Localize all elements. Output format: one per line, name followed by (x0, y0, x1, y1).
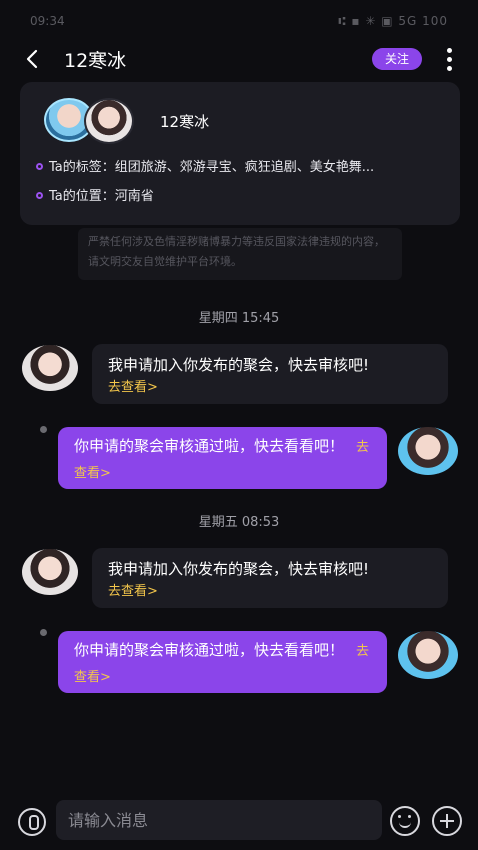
message-timestamp: 星期四 15:45 (198, 311, 280, 326)
more-dot-icon (446, 48, 452, 53)
outgoing-message-text: 你申请的聚会审核通过啦，快去看看吧！ (74, 437, 345, 455)
my-avatar[interactable] (398, 427, 458, 475)
read-status-dot (40, 629, 47, 636)
message-input[interactable] (56, 800, 382, 840)
location-label: Ta的位置： (49, 189, 115, 204)
bullet-icon (36, 163, 43, 170)
sender-avatar[interactable] (22, 345, 78, 391)
read-status-dot (40, 426, 47, 433)
my-avatar[interactable] (398, 631, 458, 679)
emoji-icon[interactable] (390, 806, 420, 836)
message-timestamp: 星期五 08:53 (198, 515, 280, 530)
location-value: 河南省 (114, 189, 154, 204)
outgoing-message-text: 你申请的聚会审核通过啦，快去看看吧！ (74, 641, 345, 659)
profile-avatar-secondary[interactable] (84, 98, 134, 144)
top-bar: 12寒冰 关注 (0, 40, 478, 78)
tags-value: 组团旅游、郊游寻宝、疯狂追剧、美女艳舞... (114, 160, 375, 175)
outgoing-message-bubble: 你申请的聚会审核通过啦，快去看看吧！ 去查看> (58, 631, 387, 693)
status-time: 09:34 (30, 14, 65, 28)
status-bar: 09:34 ⑆ ▪ ✳ ▣ 5G 100 (0, 0, 478, 40)
tags-label: Ta的标签： (49, 160, 115, 175)
more-options-button[interactable] (441, 46, 457, 72)
add-attachment-icon[interactable] (432, 806, 462, 836)
profile-name: 12寒冰 (160, 113, 210, 131)
input-bar (0, 790, 478, 850)
profile-card[interactable]: 12寒冰 Ta的标签：组团旅游、郊游寻宝、疯狂追剧、美女艳舞... Ta的位置：… (20, 82, 460, 225)
incoming-message-text: 我申请加入你发布的聚会，快去审核吧! (108, 356, 370, 374)
incoming-message-text: 我申请加入你发布的聚会，快去审核吧! (108, 560, 370, 578)
more-dot-icon (446, 66, 452, 71)
page-title: 12寒冰 (64, 50, 127, 72)
voice-input-icon[interactable] (18, 808, 46, 836)
chevron-left-icon (26, 49, 38, 69)
view-details-link[interactable]: 去查看> (108, 580, 432, 599)
status-indicators: ⑆ ▪ ✳ ▣ 5G 100 (338, 14, 448, 28)
sender-avatar[interactable] (22, 549, 78, 595)
incoming-message-bubble: 我申请加入你发布的聚会，快去审核吧! 去查看> (92, 548, 448, 608)
back-button[interactable] (22, 48, 44, 70)
more-dot-icon (446, 57, 452, 62)
follow-button[interactable]: 关注 (372, 48, 422, 70)
view-details-link[interactable]: 去查看> (108, 376, 432, 395)
outgoing-message-bubble: 你申请的聚会审核通过啦，快去看看吧！ 去查看> (58, 427, 387, 489)
platform-notice: 严禁任何涉及色情淫秽赌博暴力等违反国家法律违规的内容，请文明交友自觉维护平台环境… (78, 228, 402, 280)
incoming-message-bubble: 我申请加入你发布的聚会，快去审核吧! 去查看> (92, 344, 448, 404)
profile-location-row: Ta的位置：河南省 (36, 185, 154, 204)
bullet-icon (36, 192, 43, 199)
profile-tags-row: Ta的标签：组团旅游、郊游寻宝、疯狂追剧、美女艳舞... (36, 156, 374, 175)
